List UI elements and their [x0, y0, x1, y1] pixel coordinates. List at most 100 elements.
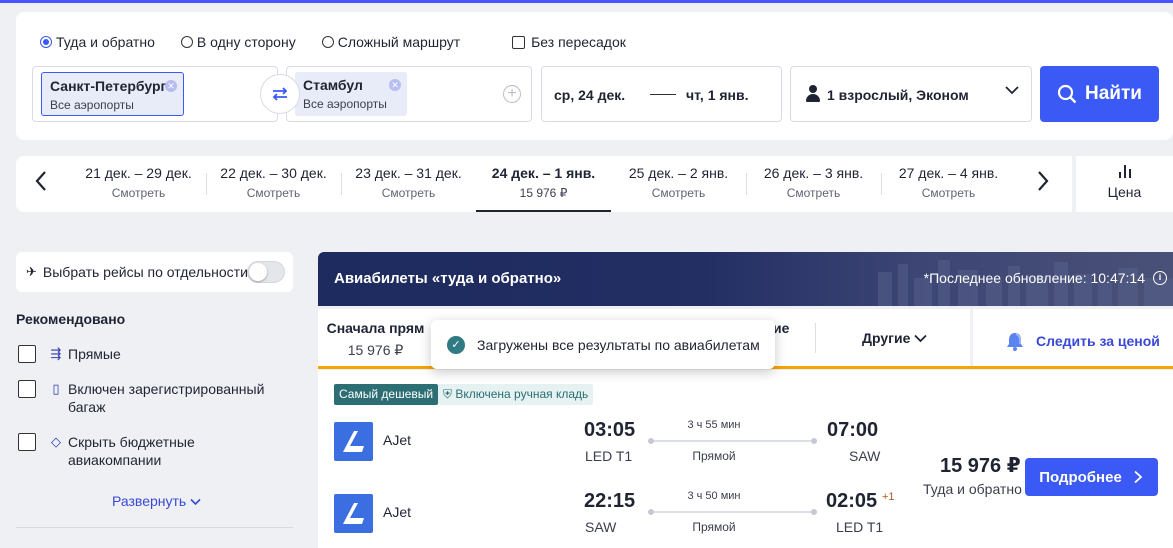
chevron-right-icon	[1134, 470, 1143, 484]
watch-price-label: Следить за ценой	[1036, 333, 1160, 349]
separate-flights-toggle[interactable]	[247, 261, 285, 283]
add-destination-icon[interactable]: +	[503, 85, 521, 103]
radio-label: В одну сторону	[196, 34, 296, 50]
filter-checkbox[interactable]	[18, 345, 36, 363]
chevron-down-icon	[1005, 86, 1019, 95]
flight-duration: 3 ч 55 мин	[687, 419, 741, 431]
checkbox-label: Без пересадок	[531, 34, 626, 50]
trip-options: Туда и обратно В одну сторону Сложный ма…	[40, 34, 626, 50]
destination-chip[interactable]: Стамбул Все аэропорты ✕	[295, 72, 407, 116]
chevron-right-icon[interactable]	[1036, 170, 1050, 196]
route-line	[648, 509, 817, 515]
arrival-time: 07:00	[827, 419, 879, 441]
info-icon[interactable]: i	[1153, 271, 1167, 285]
sort-tab-partial[interactable]: ие	[773, 320, 789, 336]
filter-label: Прямые	[68, 346, 121, 362]
radio-multi-city[interactable]: Сложный маршрут	[321, 34, 460, 50]
search-button[interactable]: Найти	[1040, 66, 1159, 122]
next-day-indicator: +1	[882, 491, 895, 503]
ticket-card[interactable]: Самый дешевый ⛨ Включена ручная кладь AJ…	[318, 370, 1173, 548]
route-line	[648, 438, 817, 444]
departure-airport: SAW	[585, 519, 617, 535]
filter-checkbox[interactable]	[18, 433, 36, 451]
sort-tab-label: Сначала прям	[326, 320, 425, 336]
filter-direct[interactable]: ⇶ Прямые	[18, 345, 121, 363]
date-option-sub: Смотреть	[921, 186, 976, 200]
checkbox-box	[512, 35, 526, 49]
destination-city: Стамбул	[303, 77, 363, 93]
remove-origin-icon[interactable]: ✕	[165, 80, 177, 92]
date-option[interactable]: 21 дек. – 29 дек. Смотреть	[71, 156, 206, 212]
details-button-label: Подробнее	[1039, 468, 1122, 486]
filter-checkbox[interactable]	[18, 380, 36, 398]
details-button[interactable]: Подробнее	[1025, 458, 1158, 496]
toast-message: Загружены все результаты по авиабилетам	[477, 336, 760, 353]
date-option-range: 21 дек. – 29 дек.	[85, 165, 192, 181]
filter-budget[interactable]: ◇ Скрыть бюджетные авиакомпании	[18, 433, 228, 469]
sort-other-dropdown[interactable]: Другие	[862, 330, 927, 346]
airline-name: AJet	[383, 504, 412, 520]
passengers-field[interactable]: 1 взрослый, Эконом	[790, 66, 1032, 122]
search-panel: Туда и обратно В одну сторону Сложный ма…	[16, 12, 1173, 140]
date-option[interactable]: 23 дек. – 31 дек. Смотреть	[341, 156, 476, 212]
filter-label: Включен зарегистрированный багаж	[68, 381, 265, 415]
remove-destination-icon[interactable]: ✕	[389, 79, 401, 91]
swap-button[interactable]	[260, 74, 300, 114]
arrival-airport: LED T1	[836, 519, 884, 535]
sort-divider	[815, 323, 816, 353]
price-chart-button[interactable]: Цена	[1076, 156, 1173, 212]
watch-price-button[interactable]: Следить за ценой	[1004, 330, 1160, 352]
date-option[interactable]: 25 дек. – 2 янв. Смотреть	[611, 156, 746, 212]
chevron-down-icon	[190, 498, 201, 506]
date-option[interactable]: 27 дек. – 4 янв. Смотреть	[881, 156, 1016, 212]
destination-airports: Все аэропорты	[303, 97, 387, 111]
separate-flights-toggle-row: ✈ Выбрать рейсы по отдельности	[16, 252, 293, 292]
airline-logo	[334, 494, 373, 533]
date-option-range: 25 дек. – 2 янв.	[628, 165, 729, 181]
direct-only-checkbox[interactable]: Без пересадок	[512, 34, 626, 50]
date-option-range: 23 дек. – 31 дек.	[355, 165, 462, 181]
radio-dot-icon	[40, 36, 52, 48]
chevron-down-icon	[914, 334, 927, 343]
expand-link[interactable]: Развернуть	[112, 493, 201, 509]
departure-time: 03:05	[584, 419, 636, 441]
origin-chip[interactable]: Санкт-Петербург Все аэропорты ✕	[41, 72, 184, 116]
search-icon	[1057, 84, 1077, 104]
hand-luggage-label: Включена ручная кладь	[455, 387, 589, 401]
filter-baggage[interactable]: ▯ Включен зарегистрированный багаж	[18, 380, 268, 416]
ticket-price: 15 976 ₽	[940, 455, 1021, 477]
radio-dot-icon	[180, 36, 193, 48]
date-from[interactable]: ср, 24 дек.	[554, 87, 625, 103]
date-option[interactable]: 26 дек. – 3 янв. Смотреть	[746, 156, 881, 212]
date-option-sub: Смотреть	[786, 186, 841, 200]
date-option-selected[interactable]: 24 дек. – 1 янв. 15 976 ₽	[476, 156, 611, 212]
stops-label: Прямой	[692, 520, 736, 534]
radio-one-way[interactable]: В одну сторону	[180, 34, 296, 50]
origin-airports: Все аэропорты	[50, 98, 134, 112]
chevron-left-icon[interactable]	[34, 170, 48, 196]
date-option[interactable]: 22 дек. – 30 дек. Смотреть	[206, 156, 341, 212]
date-to[interactable]: чт, 1 янв.	[686, 87, 749, 103]
direct-flight-icon: ⇶	[50, 346, 62, 361]
date-option-range: 22 дек. – 30 дек.	[220, 165, 327, 181]
expand-label: Развернуть	[112, 493, 187, 509]
passengers-value: 1 взрослый, Эконом	[827, 87, 969, 103]
dates-field[interactable]: ср, 24 дек. чт, 1 янв.	[541, 66, 782, 122]
airline-logo	[334, 422, 373, 461]
radio-round-trip[interactable]: Туда и обратно	[40, 34, 155, 50]
recommended-title: Рекомендовано	[16, 311, 126, 327]
bar-chart-icon	[1118, 164, 1132, 178]
date-option-sub: Смотреть	[651, 186, 706, 200]
sort-tab-cheapest[interactable]: Сначала прям 15 976 ₽	[318, 309, 433, 367]
search-button-label: Найти	[1085, 83, 1142, 104]
date-strip: 21 дек. – 29 дек. Смотреть 22 дек. – 30 …	[16, 156, 1072, 212]
results-banner: Авиабилеты «туда и обратно» *Последнее о…	[318, 252, 1173, 306]
stops-label: Прямой	[692, 449, 736, 463]
flight-duration: 3 ч 50 мин	[687, 490, 741, 502]
destination-field[interactable]: Стамбул Все аэропорты ✕ +	[286, 66, 532, 122]
check-icon: ✓	[447, 335, 465, 354]
sort-other-label: Другие	[862, 330, 911, 346]
airline-name: AJet	[383, 432, 412, 448]
origin-field[interactable]: Санкт-Петербург Все аэропорты ✕	[32, 66, 278, 122]
hand-luggage-badge: ⛨ Включена ручная кладь	[438, 384, 594, 405]
